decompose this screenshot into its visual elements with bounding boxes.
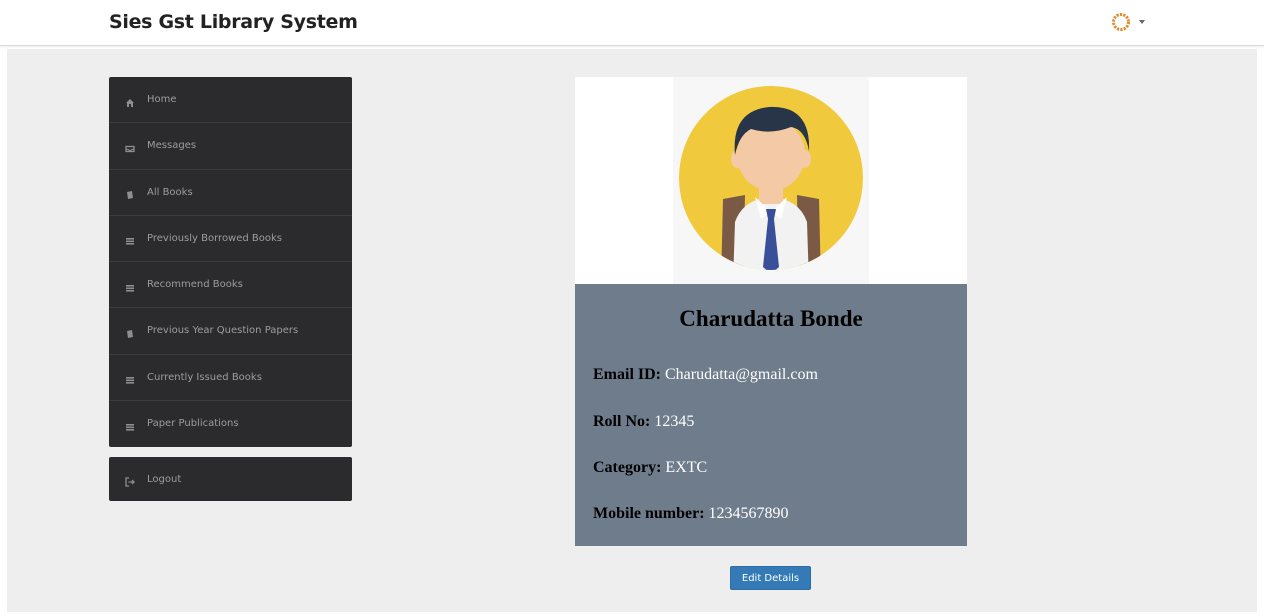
roll-no-value: 12345 [654, 413, 695, 430]
sidebar-item-label: Paper Publications [147, 418, 239, 430]
category-value: EXTC [665, 459, 708, 476]
email-row: Email ID: Charudatta@gmail.com [593, 366, 818, 384]
sidebar-item-all-books[interactable]: All Books [109, 170, 352, 216]
brand-title[interactable]: Sies Gst Library System [109, 11, 358, 33]
profile-details: Charudatta Bonde Email ID: Charudatta@gm… [575, 284, 967, 546]
logout-label: Logout [147, 473, 182, 485]
roll-no-row: Roll No: 12345 [593, 413, 694, 431]
edit-details-button[interactable]: Edit Details [730, 566, 811, 590]
sun-icon [1111, 12, 1131, 32]
sidebar-item-label: Currently Issued Books [147, 371, 262, 383]
logout-icon [125, 474, 135, 487]
category-row: Category: EXTC [593, 459, 707, 477]
book-icon [125, 187, 135, 200]
student-avatar-icon [673, 77, 869, 284]
sidebar-item-label: Previously Borrowed Books [147, 232, 283, 244]
sidebar-item-label: Messages [147, 140, 197, 152]
inbox-icon [125, 141, 135, 153]
avatar-container [575, 77, 967, 284]
caret-down-icon [1139, 20, 1145, 24]
list-icon [125, 372, 135, 384]
category-label: Category: [593, 459, 662, 476]
list-icon [125, 280, 135, 292]
sidebar-item-label: Home [147, 94, 177, 106]
sidebar-item-paper-publications[interactable]: Paper Publications [109, 401, 352, 447]
sidebar-item-question-papers[interactable]: Previous Year Question Papers [109, 308, 352, 355]
home-icon [125, 95, 135, 107]
top-navbar: Sies Gst Library System [0, 0, 1264, 46]
sidebar-item-label: All Books [147, 186, 193, 198]
sidebar-item-label: Previous Year Question Papers [147, 325, 299, 337]
sidebar-item-home[interactable]: Home [109, 77, 352, 124]
sidebar-item-label: Recommend Books [147, 279, 243, 291]
mobile-row: Mobile number: 1234567890 [593, 505, 789, 523]
profile-card: Charudatta Bonde Email ID: Charudatta@gm… [575, 77, 967, 546]
sidebar-item-currently-issued[interactable]: Currently Issued Books [109, 355, 352, 401]
logout-button[interactable]: Logout [109, 457, 352, 501]
book-icon [125, 326, 135, 338]
email-label: Email ID: [593, 366, 661, 383]
user-menu-toggle[interactable] [1111, 11, 1151, 33]
logout-panel: Logout [109, 457, 352, 501]
sidebar-item-previously-borrowed[interactable]: Previously Borrowed Books [109, 216, 352, 262]
email-value: Charudatta@gmail.com [665, 366, 818, 383]
list-icon [125, 233, 135, 245]
roll-no-label: Roll No: [593, 413, 651, 430]
list-icon [125, 419, 135, 431]
sidebar-item-recommend-books[interactable]: Recommend Books [109, 262, 352, 309]
sidebar-menu: Home Messages All Books Previously Borro… [109, 77, 352, 447]
mobile-label: Mobile number: [593, 505, 705, 522]
mobile-value: 1234567890 [708, 505, 789, 522]
sidebar-item-messages[interactable]: Messages [109, 123, 352, 170]
profile-name: Charudatta Bonde [679, 306, 863, 331]
